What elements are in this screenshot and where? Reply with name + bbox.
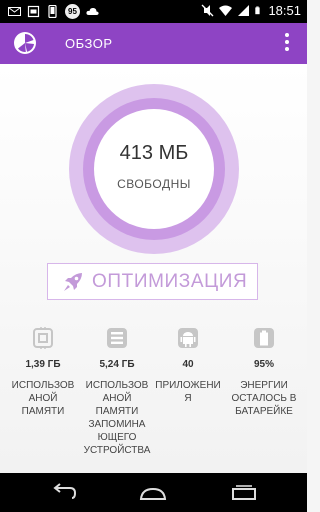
home-icon[interactable] bbox=[139, 483, 167, 503]
free-memory-label: СВОБОДНЫ bbox=[117, 177, 191, 191]
status-clock: 18:51 bbox=[268, 3, 301, 18]
battery-icon bbox=[255, 6, 261, 15]
rocket-icon bbox=[64, 272, 82, 291]
optimize-button-label: ОПТИМИЗАЦИЯ bbox=[92, 270, 248, 292]
memory-gauge: 413 МБ СВОБОДНЫ bbox=[69, 84, 239, 254]
memory-gauge-ring: 413 МБ СВОБОДНЫ bbox=[83, 98, 225, 240]
stat-label: ИСПОЛЬЗОВ АНОЙ ПАМЯТИ bbox=[11, 380, 75, 417]
stat-value: 40 bbox=[182, 359, 194, 370]
screenshot-icon bbox=[27, 5, 40, 18]
stat-apps: 40 ПРИЛОЖЕНИ Я bbox=[153, 326, 223, 405]
phone-icon bbox=[48, 5, 57, 18]
status-bar: 95 18:51 bbox=[0, 0, 307, 23]
page-title: ОБЗОР bbox=[65, 36, 113, 51]
android-icon bbox=[178, 328, 198, 348]
stat-value: 1,39 ГБ bbox=[25, 359, 61, 370]
overview-content: 413 МБ СВОБОДНЫ ОПТИМИЗАЦИЯ 1,39 ГБ ИСПО… bbox=[0, 64, 307, 473]
back-icon[interactable] bbox=[50, 483, 78, 503]
recents-icon[interactable] bbox=[230, 483, 258, 503]
stat-battery: 95% ЭНЕРГИИ ОСТАЛОСЬ В БАТАРЕЙКЕ bbox=[229, 326, 299, 418]
storage-icon bbox=[107, 328, 127, 348]
stat-label: ПРИЛОЖЕНИ Я bbox=[155, 380, 221, 404]
stat-value: 95% bbox=[253, 359, 274, 370]
stat-storage: 5,24 ГБ ИСПОЛЬЗОВ АНОЙ ПАМЯТИ ЗАПОМИНА Ю… bbox=[82, 326, 152, 457]
stat-label: ИСПОЛЬЗОВ АНОЙ ПАМЯТИ ЗАПОМИНА ЮЩЕГО УСТ… bbox=[83, 380, 151, 456]
wifi-icon bbox=[219, 5, 233, 16]
email-icon bbox=[8, 7, 21, 16]
notification-badge: 95 bbox=[65, 4, 80, 19]
memory-gauge-center: 413 МБ СВОБОДНЫ bbox=[94, 109, 214, 229]
signal-icon bbox=[238, 5, 250, 16]
chip-icon bbox=[33, 327, 53, 349]
free-memory-value: 413 МБ bbox=[119, 142, 189, 164]
mute-icon bbox=[201, 4, 214, 17]
app-bar: ОБЗОР bbox=[0, 23, 307, 64]
optimize-button[interactable]: ОПТИМИЗАЦИЯ bbox=[47, 263, 258, 300]
stat-label: ЭНЕРГИИ ОСТАЛОСЬ В БАТАРЕЙКЕ bbox=[231, 380, 297, 417]
navigation-bar bbox=[0, 473, 307, 512]
stat-value: 5,24 ГБ bbox=[99, 359, 135, 370]
overflow-menu-icon[interactable] bbox=[284, 33, 290, 53]
pie-chart-logo-icon bbox=[14, 32, 36, 54]
cloud-icon bbox=[86, 7, 99, 15]
battery-icon bbox=[254, 328, 274, 348]
stat-ram: 1,39 ГБ ИСПОЛЬЗОВ АНОЙ ПАМЯТИ bbox=[8, 326, 78, 418]
